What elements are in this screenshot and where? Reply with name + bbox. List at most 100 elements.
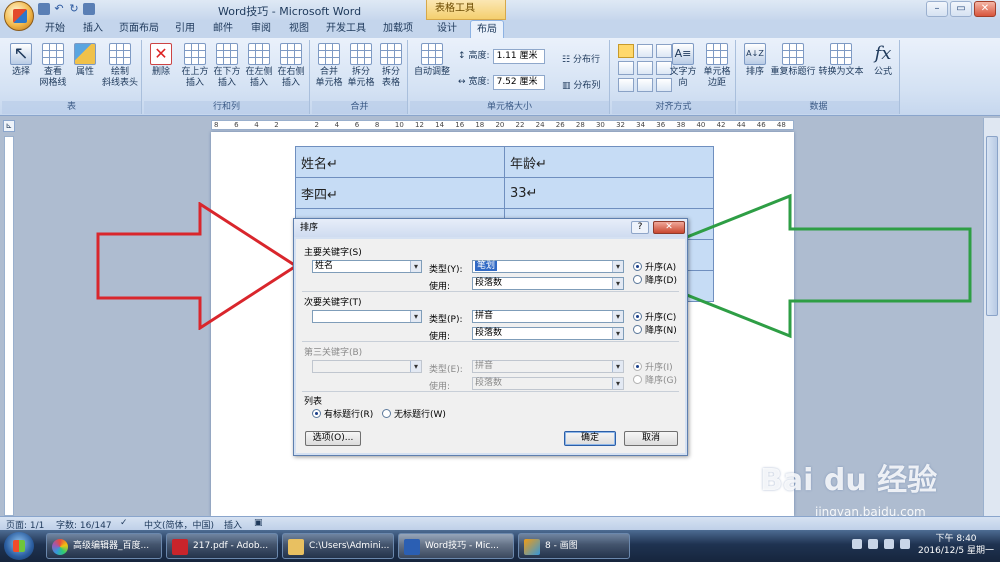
- network-icon[interactable]: [884, 539, 894, 549]
- quick-access-more-icon[interactable]: [83, 3, 95, 15]
- tab-references[interactable]: 引用: [170, 20, 200, 38]
- undo-icon[interactable]: ↶: [53, 3, 65, 15]
- row-height-input[interactable]: 1.11 厘米: [492, 48, 545, 64]
- column-width-input[interactable]: 7.52 厘米: [492, 74, 545, 90]
- scrollbar-thumb[interactable]: [986, 136, 998, 316]
- align-middle-center-button[interactable]: [637, 61, 653, 75]
- distribute-rows-button[interactable]: ☷ 分布行: [562, 52, 600, 65]
- taskbar-item-paint[interactable]: 8 - 画图: [518, 533, 630, 559]
- no-header-row-radio[interactable]: 无标题行(W): [382, 407, 446, 420]
- close-button[interactable]: ✕: [974, 1, 996, 17]
- cell-margins-button[interactable]: 单元格 边距: [700, 43, 734, 89]
- primary-key-heading: 主要关键字(S): [304, 248, 362, 258]
- help-button[interactable]: ?: [631, 221, 649, 234]
- primary-descending-radio[interactable]: 降序(D): [633, 273, 677, 286]
- properties-button[interactable]: 属性: [68, 43, 102, 78]
- ruler-tick-label: 14: [435, 121, 445, 129]
- tab-page-layout[interactable]: 页面布局: [116, 20, 162, 38]
- align-bottom-left-button[interactable]: [618, 78, 634, 92]
- vertical-scrollbar[interactable]: [983, 118, 1000, 516]
- sort-button[interactable]: 排序: [738, 43, 772, 78]
- secondary-type-select[interactable]: 拼音: [472, 310, 624, 323]
- flag-icon[interactable]: [868, 539, 878, 549]
- text-direction-button[interactable]: 文字方向: [666, 43, 700, 89]
- merge-cells-button[interactable]: 合并 单元格: [312, 43, 346, 89]
- tab-home[interactable]: 开始: [40, 20, 70, 38]
- draw-diagonal-header-button[interactable]: 绘制 斜线表头: [100, 43, 140, 89]
- tab-mailings[interactable]: 邮件: [208, 20, 238, 38]
- secondary-ascending-radio[interactable]: 升序(C): [633, 310, 676, 323]
- align-middle-left-button[interactable]: [618, 61, 634, 75]
- ribbon-tabs: 开始 插入 页面布局 引用 邮件 审阅 视图 开发工具 加载项 设计 布局: [0, 20, 1000, 38]
- tab-layout[interactable]: 布局: [470, 20, 504, 38]
- ruler-toggle-button[interactable]: ⊾: [3, 120, 15, 132]
- convert-to-text-button[interactable]: 转换为文本: [818, 43, 864, 78]
- has-header-row-radio[interactable]: 有标题行(R): [312, 407, 373, 420]
- input-method-icon[interactable]: [852, 539, 862, 549]
- macro-record-icon[interactable]: ▣: [254, 518, 263, 528]
- split-table-button[interactable]: 拆分 表格: [374, 43, 408, 89]
- tab-insert[interactable]: 插入: [78, 20, 108, 38]
- select-button[interactable]: 选择: [4, 43, 38, 78]
- align-top-center-button[interactable]: [637, 44, 653, 58]
- cell-alignment-grid: [618, 44, 672, 92]
- dialog-title-bar[interactable]: 排序 ? ✕: [294, 219, 687, 237]
- ok-button[interactable]: 确定: [564, 431, 616, 446]
- primary-type-select[interactable]: 笔划: [472, 260, 624, 273]
- repeat-header-rows-button[interactable]: 重复标题行: [770, 43, 816, 78]
- tab-view[interactable]: 视图: [284, 20, 314, 38]
- options-button[interactable]: 选项(O)...: [305, 431, 361, 446]
- office-button[interactable]: [4, 1, 34, 31]
- volume-icon[interactable]: [900, 539, 910, 549]
- maximize-button[interactable]: ▭: [950, 1, 972, 17]
- radio-checked-icon: [633, 312, 642, 321]
- distribute-columns-button[interactable]: ▥ 分布列: [562, 78, 600, 91]
- proofing-icon[interactable]: ✓: [120, 518, 128, 528]
- autofit-button[interactable]: 自动调整: [412, 43, 452, 78]
- tab-review[interactable]: 审阅: [246, 20, 276, 38]
- vertical-ruler[interactable]: [4, 136, 14, 516]
- save-icon[interactable]: [38, 3, 50, 15]
- secondary-use-select[interactable]: 段落数: [472, 327, 624, 340]
- insert-above-button[interactable]: 在上方 插入: [178, 43, 212, 89]
- horizontal-ruler[interactable]: 8 6 4 2 2 4 6 8 10 12 14 16 18 20 22 24 26 28 30 32 34 36 38 40…: [211, 120, 794, 130]
- radio-checked-icon: [633, 362, 642, 371]
- insert-left-button[interactable]: 在左侧 插入: [242, 43, 276, 89]
- tab-design[interactable]: 设计: [430, 20, 464, 38]
- table-cell[interactable]: 姓名↵: [295, 146, 505, 178]
- taskbar-item-pdf[interactable]: 217.pdf - Adob...: [166, 533, 278, 559]
- group-alignment: 文字方向 单元格 边距 对齐方式: [612, 40, 736, 114]
- tab-addins[interactable]: 加载项: [378, 20, 418, 38]
- taskbar-item-editor[interactable]: 高级编辑器_百度...: [46, 533, 162, 559]
- insert-below-button[interactable]: 在下方 插入: [210, 43, 244, 89]
- start-button[interactable]: [4, 532, 34, 560]
- minimize-button[interactable]: –: [926, 1, 948, 17]
- clock-date: 2016/12/5 星期一: [917, 546, 994, 556]
- table-row[interactable]: 姓名↵ 年龄↵: [295, 146, 714, 178]
- clock[interactable]: 下午 8:40 2016/12/5 星期一: [918, 533, 994, 557]
- align-bottom-center-button[interactable]: [637, 78, 653, 92]
- ruler-tick-label: 32: [616, 121, 625, 129]
- radio-checked-icon: [633, 262, 642, 271]
- redo-icon[interactable]: ↻: [68, 3, 80, 15]
- table-cell[interactable]: 李四↵: [295, 177, 505, 209]
- properties-icon: [74, 43, 96, 65]
- primary-key-select[interactable]: 姓名: [312, 260, 422, 273]
- secondary-descending-radio[interactable]: 降序(N): [633, 323, 677, 336]
- formula-button[interactable]: 公式: [866, 43, 900, 78]
- align-top-left-button[interactable]: [618, 44, 634, 58]
- insert-right-button[interactable]: 在右侧 插入: [274, 43, 308, 89]
- taskbar-item-explorer[interactable]: C:\Users\Admini...: [282, 533, 394, 559]
- dialog-close-button[interactable]: ✕: [653, 221, 685, 234]
- tab-developer[interactable]: 开发工具: [322, 20, 370, 38]
- cancel-button[interactable]: 取消: [624, 431, 678, 446]
- delete-button[interactable]: 删除: [144, 43, 178, 78]
- taskbar-item-word[interactable]: Word技巧 - Mic...: [398, 533, 514, 559]
- table-cell[interactable]: 年龄↵: [504, 146, 714, 178]
- split-cells-button[interactable]: 拆分 单元格: [344, 43, 378, 89]
- ruler-tick-label: 40: [696, 121, 706, 129]
- primary-use-select[interactable]: 段落数: [472, 277, 624, 290]
- secondary-key-select[interactable]: [312, 310, 422, 323]
- view-gridlines-button[interactable]: 查看 网格线: [36, 43, 70, 89]
- primary-ascending-radio[interactable]: 升序(A): [633, 260, 676, 273]
